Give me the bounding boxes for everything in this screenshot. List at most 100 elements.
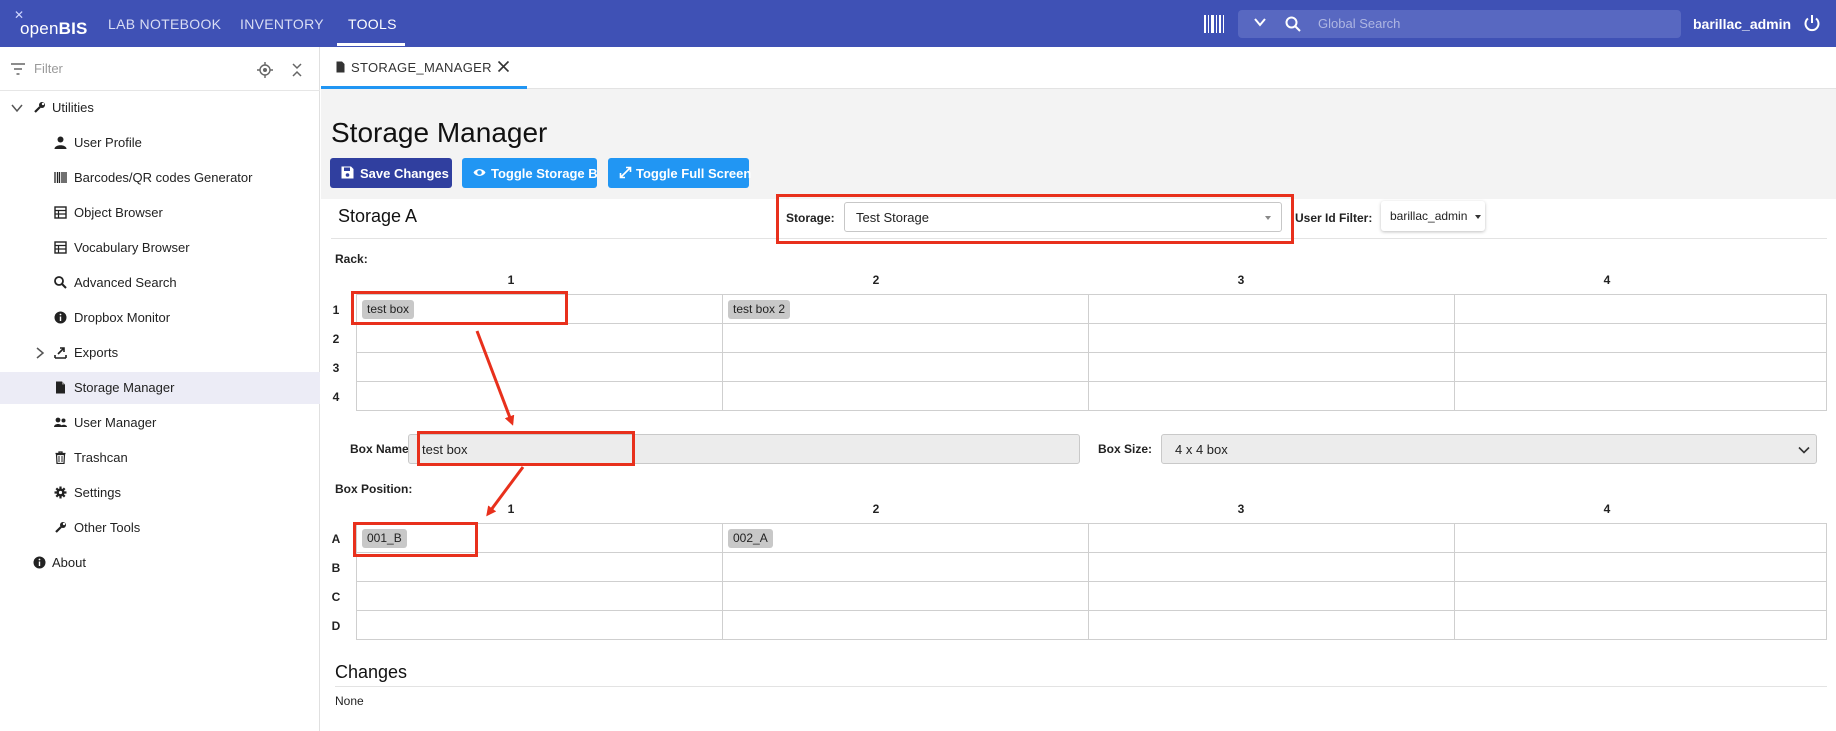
sidebar-item-label: Settings <box>74 485 121 500</box>
sidebar-item-barcodes[interactable]: Barcodes/QR codes Generator <box>0 162 320 194</box>
box-cell[interactable] <box>1455 611 1827 640</box>
locate-icon[interactable] <box>257 62 273 78</box>
sidebar-item-label: Barcodes/QR codes Generator <box>74 170 253 185</box>
openbis-logo[interactable]: ✕ openBIS <box>14 8 104 40</box>
rack-col-header: 2 <box>872 273 880 287</box>
rack-cell[interactable] <box>1089 324 1455 353</box>
trash-icon <box>55 451 66 464</box>
logo-text-bis: BIS <box>58 19 88 38</box>
page-title: Storage Manager <box>331 117 548 148</box>
box-cell[interactable] <box>1455 582 1827 611</box>
box-cell[interactable] <box>1089 524 1455 553</box>
box-cell[interactable] <box>1089 553 1455 582</box>
close-icon[interactable] <box>497 60 510 73</box>
chevron-down-icon[interactable] <box>1253 15 1267 29</box>
toggle-full-screen-label: Toggle Full Screen <box>636 166 752 181</box>
nav-tools[interactable]: TOOLS <box>348 16 397 32</box>
box-cell[interactable] <box>1455 524 1827 553</box>
rack-cell[interactable] <box>357 353 723 382</box>
sidebar-item-exports[interactable]: Exports <box>0 337 320 369</box>
user-id-filter-value: barillac_admin <box>1390 209 1468 223</box>
sidebar-item-other-tools[interactable]: Other Tools <box>0 512 320 544</box>
chevron-right-icon[interactable] <box>34 347 46 359</box>
top-bar: ✕ openBIS LAB NOTEBOOK INVENTORY TOOLS G… <box>0 0 1836 47</box>
rack-cell[interactable] <box>1089 382 1455 411</box>
box-cell[interactable] <box>723 611 1089 640</box>
global-search[interactable]: Global Search <box>1238 10 1681 38</box>
box-cell[interactable] <box>1455 553 1827 582</box>
nav-inventory[interactable]: INVENTORY <box>240 16 324 32</box>
rack-col-header: 1 <box>507 273 515 287</box>
sidebar-item-dropbox-monitor[interactable]: Dropbox Monitor <box>0 302 320 334</box>
rack-cell[interactable] <box>723 382 1089 411</box>
sidebar-item-object-browser[interactable]: Object Browser <box>0 197 320 229</box>
rack-cell[interactable] <box>723 353 1089 382</box>
main-content: Storage Manager Save Changes Toggle Stor… <box>321 89 1836 731</box>
changes-value: None <box>335 694 364 708</box>
box-size-label: Box Size: <box>1098 442 1153 456</box>
search-placeholder[interactable]: Global Search <box>1318 16 1400 31</box>
collapse-all-icon[interactable] <box>291 62 303 78</box>
toggle-full-screen-button[interactable]: Toggle Full Screen <box>608 158 752 188</box>
tab-bar: STORAGE_MANAGER <box>321 47 1836 89</box>
toggle-storage-b-label: Toggle Storage B <box>491 166 598 181</box>
sidebar-filter[interactable]: Filter <box>0 47 320 91</box>
filter-placeholder[interactable]: Filter <box>34 61 63 76</box>
rack-cell[interactable] <box>357 324 723 353</box>
expand-arrows-icon <box>619 166 632 179</box>
sidebar-item-trashcan[interactable]: Trashcan <box>0 442 320 474</box>
sidebar-item-user-manager[interactable]: User Manager <box>0 407 320 439</box>
box-size-select[interactable]: 4 x 4 box <box>1161 434 1817 464</box>
rack-cell[interactable] <box>1455 353 1827 382</box>
rack-col-header: 4 <box>1603 273 1611 287</box>
document-icon <box>336 61 345 73</box>
box-cell[interactable] <box>723 553 1089 582</box>
barcode-scan-icon[interactable] <box>1203 13 1225 35</box>
box-row-label: A <box>331 532 341 546</box>
chevron-down-icon <box>1798 446 1810 454</box>
rack-grid: test box test box 2 <box>356 294 1827 411</box>
sidebar-item-utilities[interactable]: Utilities <box>0 92 320 124</box>
person-icon <box>54 136 67 149</box>
rack-box-chip[interactable]: test box 2 <box>728 300 791 319</box>
box-cell[interactable] <box>1089 582 1455 611</box>
rack-cell[interactable]: test box 2 <box>723 295 1089 324</box>
box-cell[interactable] <box>357 611 723 640</box>
sidebar-item-user-profile[interactable]: User Profile <box>0 127 320 159</box>
sidebar-item-advanced-search[interactable]: Advanced Search <box>0 267 320 299</box>
box-cell[interactable]: 002_A <box>723 524 1089 553</box>
rack-cell[interactable] <box>1455 382 1827 411</box>
box-cell[interactable] <box>723 582 1089 611</box>
chevron-down-icon[interactable] <box>11 102 23 114</box>
sidebar-item-storage-manager[interactable]: Storage Manager <box>0 372 320 404</box>
rack-cell[interactable] <box>357 382 723 411</box>
box-col-header: 3 <box>1237 502 1245 516</box>
save-changes-button[interactable]: Save Changes <box>330 158 452 188</box>
logout-power-icon[interactable] <box>1803 14 1821 32</box>
box-cell[interactable] <box>357 582 723 611</box>
export-icon <box>54 347 67 359</box>
toggle-storage-b-button[interactable]: Toggle Storage B <box>462 158 598 188</box>
nav-lab-notebook[interactable]: LAB NOTEBOOK <box>108 16 221 32</box>
rack-cell[interactable] <box>1089 295 1455 324</box>
rack-cell[interactable] <box>723 324 1089 353</box>
box-cell[interactable] <box>357 553 723 582</box>
user-id-filter-label: User Id Filter: <box>1295 211 1373 225</box>
sidebar-item-vocabulary-browser[interactable]: Vocabulary Browser <box>0 232 320 264</box>
sidebar-item-settings[interactable]: Settings <box>0 477 320 509</box>
rack-cell[interactable] <box>1089 353 1455 382</box>
current-user: barillac_admin <box>1693 16 1792 32</box>
sidebar-item-about[interactable]: About <box>0 547 320 579</box>
rack-cell[interactable] <box>1455 295 1827 324</box>
rack-cell[interactable] <box>1455 324 1827 353</box>
box-cell[interactable] <box>1089 611 1455 640</box>
sidebar-item-label: Object Browser <box>74 205 163 220</box>
save-changes-label: Save Changes <box>360 166 449 181</box>
tab-storage-manager[interactable]: STORAGE_MANAGER <box>321 47 527 89</box>
user-id-filter-dropdown[interactable]: barillac_admin <box>1381 201 1485 231</box>
nav-active-indicator <box>337 43 405 46</box>
sample-chip[interactable]: 002_A <box>728 529 773 548</box>
rack-row-label: 2 <box>332 332 340 346</box>
storage-section-title: Storage A <box>338 206 418 226</box>
gear-icon <box>54 486 67 499</box>
